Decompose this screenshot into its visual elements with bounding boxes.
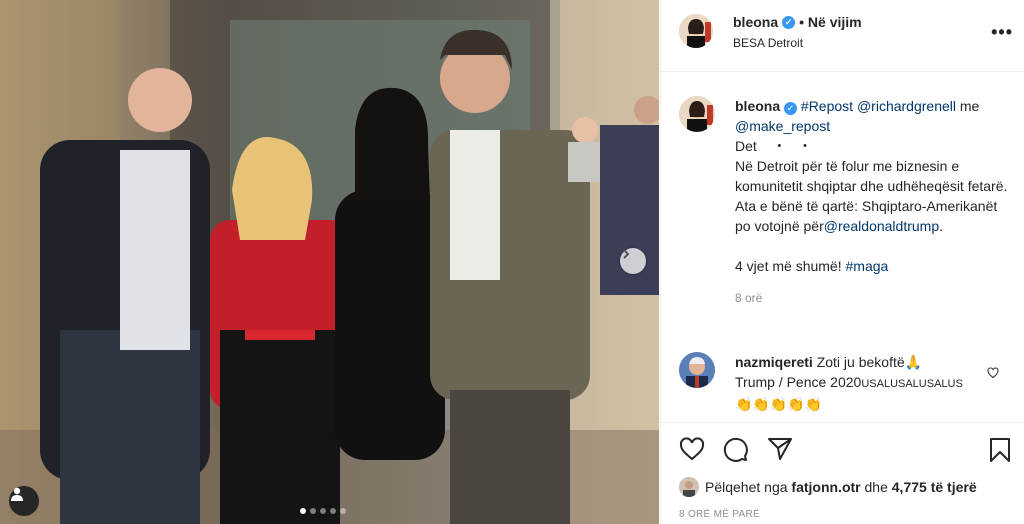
photo-scene — [0, 0, 659, 524]
comment-icon — [723, 437, 748, 462]
bookmark-icon — [990, 438, 1010, 462]
caption-avatar[interactable] — [679, 96, 715, 132]
post-actions-bar — [661, 422, 1024, 473]
carousel-indicator — [300, 508, 346, 514]
bookmark-button[interactable] — [989, 437, 1011, 468]
share-button[interactable] — [767, 437, 793, 466]
commenter-avatar[interactable] — [679, 352, 715, 388]
author-username[interactable]: bleona — [733, 14, 778, 30]
likes-summary: Pëlqehet nga fatjonn.otr dhe 4,775 të tj… — [679, 477, 977, 497]
carousel-dot — [320, 508, 326, 514]
comment-suffix: USALUSALUSALUS — [861, 378, 963, 390]
post-location[interactable]: BESA Detroit — [733, 36, 803, 50]
repost-hashtag[interactable]: #Repost — [801, 98, 853, 114]
user-tag-button[interactable] — [9, 486, 39, 516]
verified-icon: ✓ — [782, 15, 796, 29]
post-side-panel: bleona ✓ • Në vijim BESA Detroit ••• ble… — [660, 0, 1024, 524]
commenter-username[interactable]: nazmiqereti — [735, 354, 813, 370]
avatar-image — [679, 96, 715, 132]
like-button[interactable] — [679, 437, 705, 466]
heart-icon — [987, 367, 999, 379]
more-icon[interactable]: ••• — [991, 22, 1013, 43]
comment-body: Zoti ju bekoftë🙏 — [812, 354, 923, 370]
comment-like-button[interactable] — [987, 366, 999, 384]
following-button[interactable]: • Në vijim — [799, 14, 861, 30]
mention-make-repost[interactable]: @make_repost — [735, 118, 830, 134]
likes-middle: dhe — [860, 479, 892, 495]
caption-text: bleona ✓ #Repost @richardgrenell me @mak… — [735, 96, 1015, 308]
likes-prefix: Pëlqehet nga — [705, 479, 792, 495]
post-timestamp[interactable]: 8 ORË MË PARË — [679, 509, 760, 520]
next-arrow-icon — [623, 249, 630, 259]
likes-count[interactable]: 4,775 të tjerë — [892, 479, 977, 495]
verified-icon: ✓ — [784, 101, 798, 115]
caption-det: Det ・ ・ — [735, 138, 813, 154]
author-avatar[interactable] — [679, 14, 713, 48]
post-photo[interactable] — [0, 0, 659, 524]
carousel-dot — [340, 508, 346, 514]
comment-emojis: 👏👏👏👏👏 — [735, 396, 823, 412]
carousel-dot — [300, 508, 306, 514]
caption-me: me — [956, 98, 980, 114]
liker-username[interactable]: fatjonn.otr — [791, 479, 860, 495]
share-icon — [768, 438, 792, 460]
carousel-next-button[interactable] — [620, 248, 646, 274]
comment-line2: Trump / Pence 2020 — [735, 374, 862, 390]
carousel-dot — [330, 508, 336, 514]
author-line: bleona ✓ • Në vijim — [733, 14, 862, 30]
mention-realdonaldtrump[interactable]: @realdonaldtrump — [824, 218, 939, 234]
avatar-image — [679, 477, 699, 497]
avatar-image — [679, 352, 715, 388]
hashtag-maga[interactable]: #maga — [846, 258, 889, 274]
comment-text: nazmiqereti Zoti ju bekoftë🙏 Trump / Pen… — [735, 352, 985, 414]
avatar-image — [679, 14, 713, 48]
caption-time[interactable]: 8 orë — [735, 288, 1015, 308]
post-header: bleona ✓ • Në vijim BESA Detroit ••• — [661, 0, 1024, 72]
caption-closing: 4 vjet më shumë! — [735, 258, 846, 274]
comment-button[interactable] — [723, 437, 749, 468]
liker-avatar[interactable] — [679, 477, 699, 497]
carousel-dot — [310, 508, 316, 514]
mention-richardgrenell[interactable]: @richardgrenell — [857, 98, 956, 114]
caption-period: . — [939, 218, 944, 234]
user-tag-icon — [11, 487, 23, 501]
caption-username[interactable]: bleona — [735, 98, 780, 114]
heart-icon — [679, 437, 705, 461]
